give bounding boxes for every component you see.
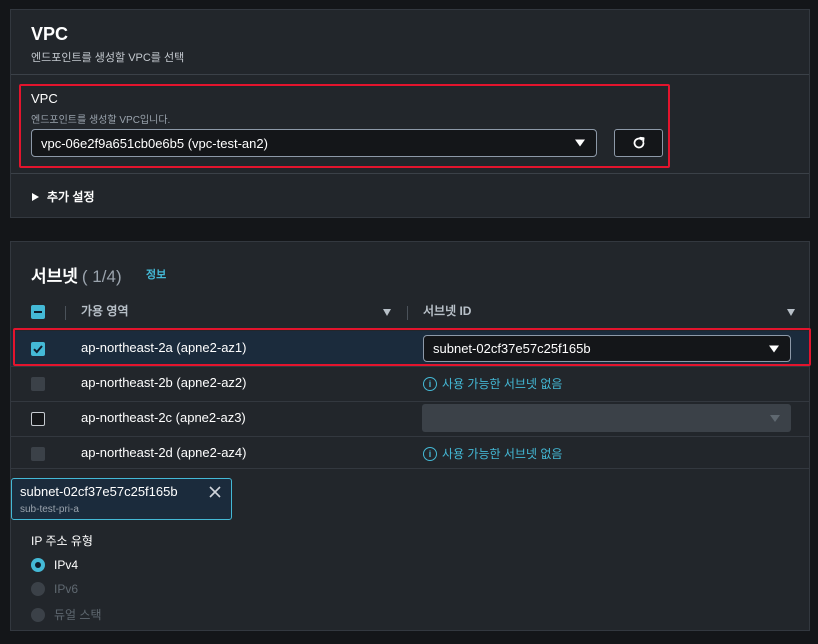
- subnet-panel: 서브넷( 1/4) 정보 가용 영역 서브넷 ID ap-northeast-2…: [10, 241, 811, 631]
- radio-label: 듀얼 스택: [54, 608, 102, 622]
- table-row: ap-northeast-2d (apne2-az4) i 사용 가능한 서브넷…: [11, 436, 809, 471]
- selected-subnet-token: subnet-02cf37e57c25f165b sub-test-pri-a: [11, 478, 232, 520]
- close-icon[interactable]: [208, 485, 222, 499]
- caret-down-icon: [770, 415, 780, 422]
- radio-ipv4[interactable]: IPv4: [31, 558, 78, 572]
- info-link[interactable]: 정보: [146, 266, 166, 282]
- radio-label: IPv4: [54, 558, 79, 572]
- no-subnet-text: 사용 가능한 서브넷 없음: [442, 447, 563, 461]
- column-separator: [65, 306, 66, 320]
- highlight-box: [13, 328, 811, 366]
- advanced-settings-toggle[interactable]: 추가 설정: [32, 188, 95, 205]
- no-subnet-text: 사용 가능한 서브넷 없음: [442, 377, 563, 391]
- radio-button: [31, 607, 45, 622]
- column-header-subnet-id[interactable]: 서브넷 ID: [423, 302, 471, 319]
- vpc-section-subtitle: 엔드포인트를 생성할 VPC를 선택: [31, 52, 185, 64]
- row-checkbox: [31, 447, 45, 461]
- no-subnet-message: i 사용 가능한 서브넷 없음: [423, 445, 562, 462]
- info-icon: i: [423, 446, 437, 461]
- highlight-box: [19, 84, 670, 168]
- no-subnet-message: i 사용 가능한 서브넷 없음: [423, 375, 562, 392]
- radio-ipv6: IPv6: [31, 582, 78, 596]
- row-checkbox[interactable]: [31, 412, 45, 426]
- radio-button: [31, 582, 45, 596]
- token-subtitle: sub-test-pri-a: [20, 504, 79, 515]
- az-name: ap-northeast-2b (apne2-az2): [81, 375, 247, 390]
- az-name: ap-northeast-2d (apne2-az4): [81, 445, 247, 460]
- radio-label: IPv6: [54, 582, 79, 596]
- subnet-title-text: 서브넷: [31, 267, 78, 286]
- divider: [11, 74, 809, 75]
- advanced-settings-label: 추가 설정: [47, 190, 95, 204]
- divider: [11, 173, 809, 174]
- column-header-az[interactable]: 가용 영역: [81, 302, 129, 319]
- token-name: subnet-02cf37e57c25f165b: [20, 484, 178, 499]
- column-separator: [407, 306, 408, 320]
- info-icon: i: [423, 376, 437, 391]
- ip-type-label: IP 주소 유형: [31, 534, 93, 548]
- subnet-count: ( 1/4): [81, 267, 122, 286]
- row-divider: [11, 468, 809, 469]
- sort-icon[interactable]: [787, 309, 795, 316]
- table-row[interactable]: ap-northeast-2c (apne2-az3): [11, 401, 809, 436]
- subnet-select-disabled: [422, 404, 791, 432]
- table-row: ap-northeast-2b (apne2-az2) i 사용 가능한 서브넷…: [11, 366, 809, 401]
- sort-icon[interactable]: [383, 309, 391, 316]
- caret-right-icon: [32, 192, 39, 201]
- row-checkbox: [31, 377, 45, 391]
- az-name: ap-northeast-2c (apne2-az3): [81, 410, 246, 425]
- vpc-panel: VPC 엔드포인트를 생성할 VPC를 선택 VPC 엔드포인트를 생성할 VP…: [10, 9, 810, 218]
- subnet-section-title: 서브넷( 1/4): [31, 262, 122, 287]
- vpc-section-title: VPC: [31, 24, 69, 44]
- radio-button[interactable]: [31, 558, 45, 572]
- radio-dual-stack: 듀얼 스택: [31, 606, 102, 623]
- select-all-checkbox[interactable]: [31, 305, 45, 319]
